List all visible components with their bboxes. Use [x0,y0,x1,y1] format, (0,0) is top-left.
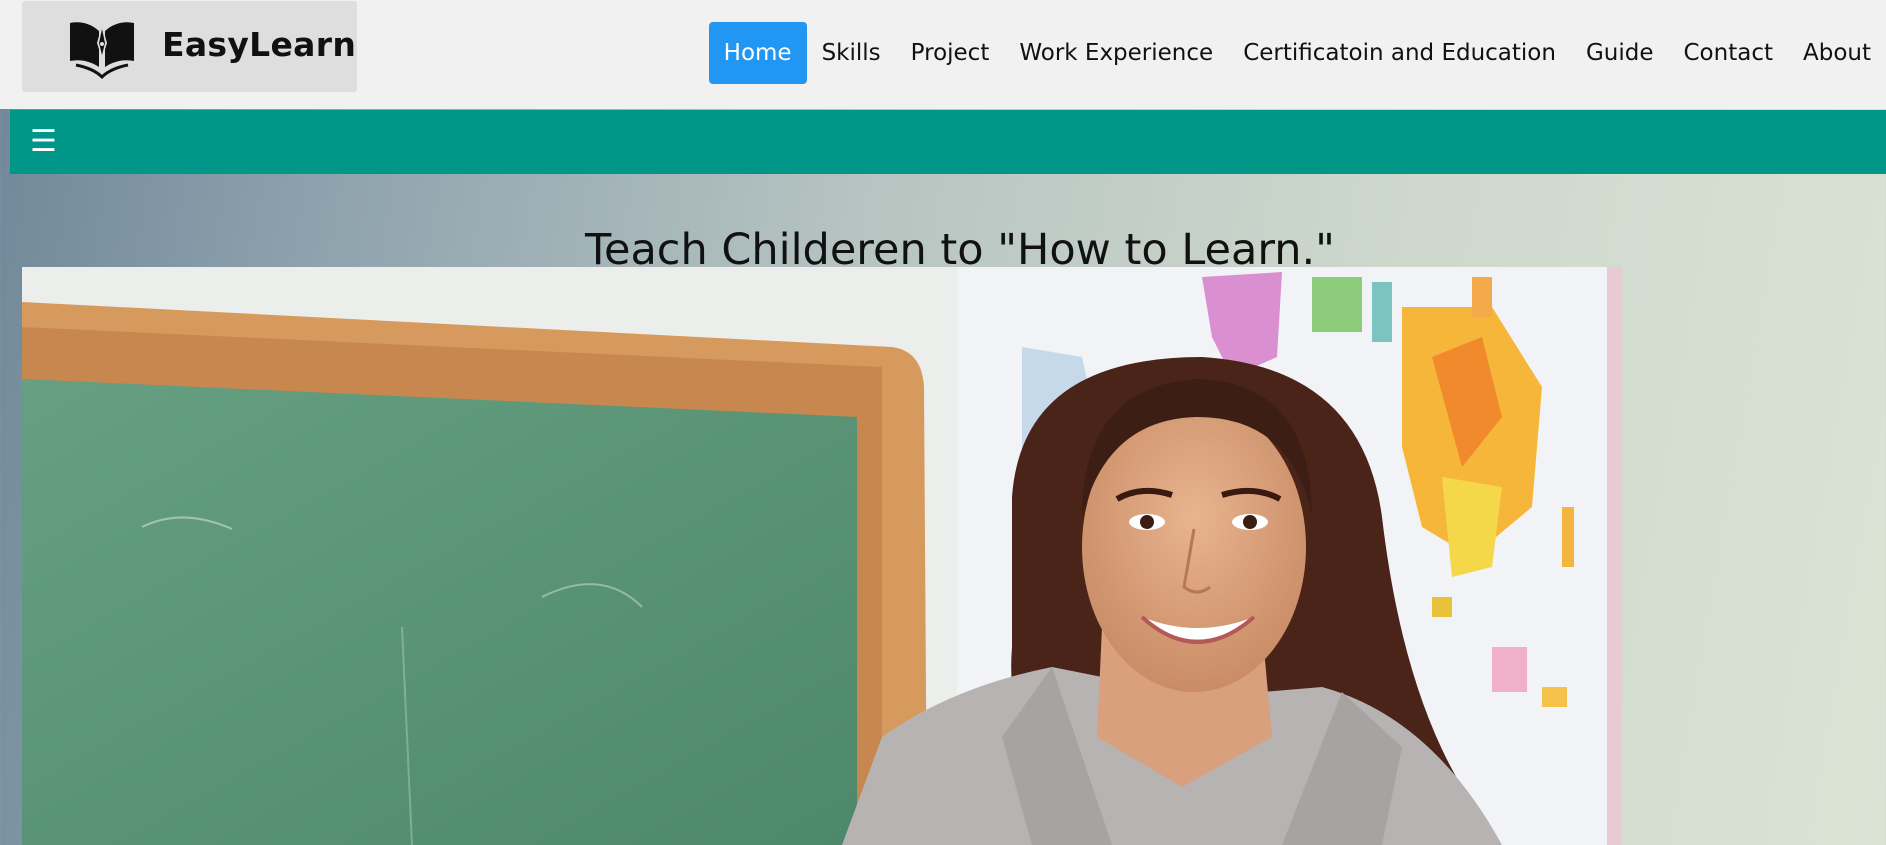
site-header: EasyLearn Home Skills Project Work Exper… [0,0,1886,109]
hamburger-menu-icon[interactable]: ☰ [30,120,74,164]
nav-project[interactable]: Project [896,22,1005,84]
teacher-photo-illustration [22,267,1622,845]
main-nav: Home Skills Project Work Experience Cert… [708,22,1886,84]
nav-work-experience[interactable]: Work Experience [1004,22,1228,84]
nav-skills[interactable]: Skills [807,22,896,84]
nav-guide[interactable]: Guide [1571,22,1669,84]
hero-image [22,267,1622,845]
brand-logo[interactable]: EasyLearn [22,1,357,92]
nav-certification-education[interactable]: Certificatoin and Education [1228,22,1571,84]
nav-home[interactable]: Home [708,22,807,84]
nav-about[interactable]: About [1788,22,1886,84]
nav-contact[interactable]: Contact [1669,22,1788,84]
brand-name: EasyLearn [162,25,357,64]
sidebar-toggle-bar: ☰ [10,110,1886,174]
open-book-pen-icon [70,22,134,79]
